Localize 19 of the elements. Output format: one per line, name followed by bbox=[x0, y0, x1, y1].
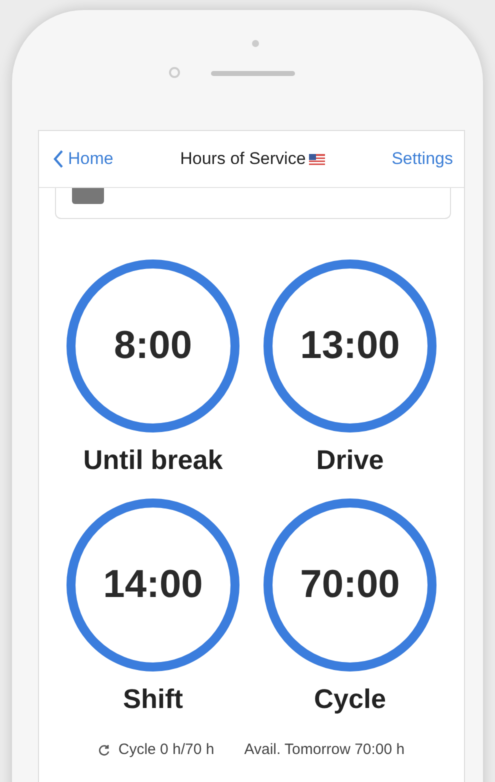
camera-icon bbox=[169, 67, 180, 78]
timer-value: 14:00 bbox=[103, 563, 203, 607]
refresh-icon bbox=[98, 744, 110, 756]
timer-label: Drive bbox=[316, 445, 384, 476]
available-text: Avail. Tomorrow 70:00 h bbox=[244, 741, 405, 758]
back-button[interactable]: Home bbox=[53, 149, 114, 169]
timer-value: 70:00 bbox=[300, 563, 400, 607]
chevron-left-icon bbox=[53, 150, 64, 168]
flag-icon bbox=[308, 154, 325, 164]
cycle-text: Cycle 0 h/70 h bbox=[118, 741, 214, 758]
screen-title: Hours of Service bbox=[180, 149, 306, 169]
status-icon bbox=[72, 188, 104, 204]
timer-label: Shift bbox=[123, 684, 183, 715]
timer-label: Until break bbox=[83, 445, 223, 476]
timer-value: 8:00 bbox=[114, 324, 192, 368]
settings-link[interactable]: Settings bbox=[392, 149, 453, 169]
timer-value: 13:00 bbox=[300, 324, 400, 368]
sensor-dot bbox=[252, 40, 259, 47]
timer-label: Cycle bbox=[314, 684, 386, 715]
